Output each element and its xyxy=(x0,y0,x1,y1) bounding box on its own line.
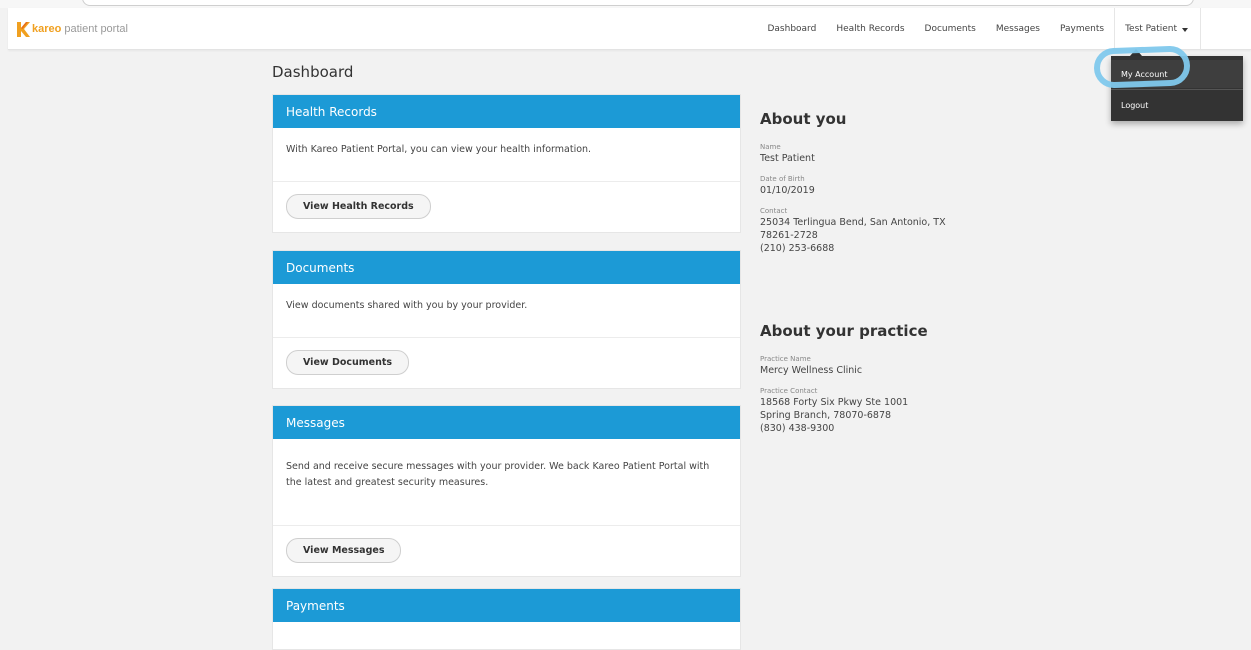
about-practice-section: About your practice Practice Name Mercy … xyxy=(760,322,928,444)
menu-divider xyxy=(1111,89,1243,90)
top-navbar: kareo patient portal Dashboard Health Re… xyxy=(8,8,1251,50)
brand-subtitle: patient portal xyxy=(64,23,128,35)
about-you-section: About you Name Test Patient Date of Birt… xyxy=(760,110,946,264)
user-name: Test Patient xyxy=(1125,23,1177,34)
contact-label: Contact xyxy=(760,207,788,215)
dob-value: 01/10/2019 xyxy=(760,185,815,196)
dob-label: Date of Birth xyxy=(760,175,805,183)
payments-card: Payments xyxy=(272,588,741,650)
card-footer-health-records: View Health Records xyxy=(273,182,740,232)
nav-item-dashboard[interactable]: Dashboard xyxy=(757,8,826,49)
brand-name: kareo xyxy=(32,23,62,35)
brand-logo[interactable]: kareo patient portal xyxy=(16,20,128,38)
contact-address-line1: 25034 Terlingua Bend, San Antonio, TX xyxy=(760,217,946,228)
practice-name-value: Mercy Wellness Clinic xyxy=(760,365,863,376)
card-body-health-records: With Kareo Patient Portal, you can view … xyxy=(273,128,740,182)
practice-address-line1: 18568 Forty Six Pkwy Ste 1001 xyxy=(760,397,909,408)
about-practice-heading: About your practice xyxy=(760,322,928,340)
card-body-messages: Send and receive secure messages with yo… xyxy=(273,439,740,526)
kareo-k-icon xyxy=(17,21,30,37)
annotation-highlight-circle xyxy=(1093,45,1191,89)
nav-item-payments[interactable]: Payments xyxy=(1050,8,1114,49)
practice-address-line2: Spring Branch, 78070-6878 xyxy=(760,410,892,421)
nav-item-documents[interactable]: Documents xyxy=(915,8,986,49)
card-footer-documents: View Documents xyxy=(273,338,740,388)
messages-card: Messages Send and receive secure message… xyxy=(272,405,741,577)
card-header-messages: Messages xyxy=(273,406,740,439)
practice-contact-label: Practice Contact xyxy=(760,387,818,395)
browser-strip xyxy=(0,0,1251,8)
page-title: Dashboard xyxy=(272,63,354,81)
practice-name-label: Practice Name xyxy=(760,355,811,363)
name-label: Name xyxy=(760,143,781,151)
name-value: Test Patient xyxy=(760,153,815,164)
contact-phone: (210) 253-6688 xyxy=(760,243,835,254)
contact-address-line2: 78261-2728 xyxy=(760,230,818,241)
card-footer-messages: View Messages xyxy=(273,526,740,576)
card-header-health-records: Health Records xyxy=(273,95,740,128)
address-bar-edge xyxy=(82,0,1194,6)
main-nav: Dashboard Health Records Documents Messa… xyxy=(757,8,1201,49)
about-you-heading: About you xyxy=(760,110,847,128)
documents-card: Documents View documents shared with you… xyxy=(272,250,741,389)
card-header-documents: Documents xyxy=(273,251,740,284)
card-header-payments: Payments xyxy=(273,589,740,622)
nav-item-messages[interactable]: Messages xyxy=(986,8,1050,49)
health-records-card: Health Records With Kareo Patient Portal… xyxy=(272,94,741,233)
menu-item-logout[interactable]: Logout xyxy=(1111,91,1243,119)
view-documents-button[interactable]: View Documents xyxy=(286,350,410,375)
view-messages-button[interactable]: View Messages xyxy=(286,538,402,563)
card-body-documents: View documents shared with you by your p… xyxy=(273,284,740,338)
caret-down-icon xyxy=(1182,27,1188,32)
nav-item-health-records[interactable]: Health Records xyxy=(826,8,914,49)
user-menu-toggle[interactable]: Test Patient xyxy=(1114,8,1201,49)
practice-phone: (830) 438-9300 xyxy=(760,423,835,434)
view-health-records-button[interactable]: View Health Records xyxy=(286,194,431,219)
